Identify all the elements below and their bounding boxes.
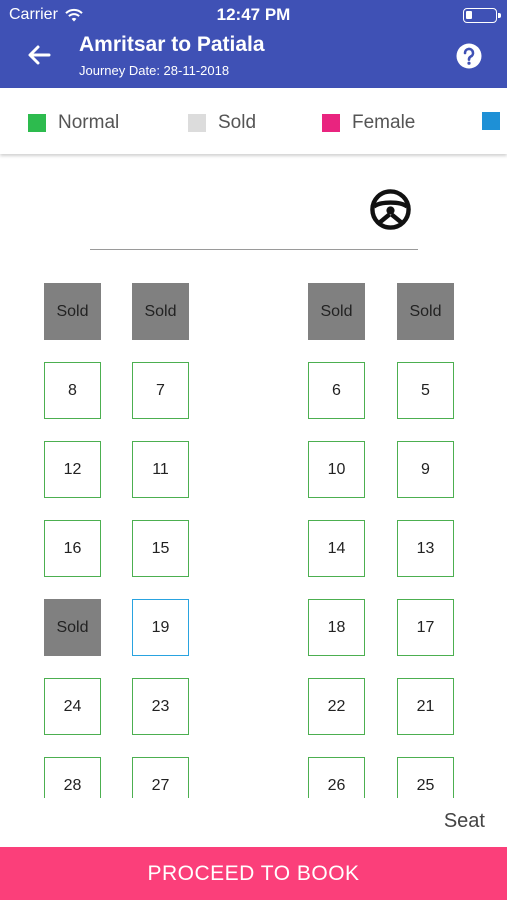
legend-sold: Sold — [188, 112, 256, 134]
legend-label-female: Female — [352, 112, 416, 133]
seat-25[interactable]: 25 — [397, 757, 454, 798]
legend-extra — [482, 112, 507, 130]
status-time: 12:47 PM — [216, 5, 291, 24]
seat-8[interactable]: 8 — [44, 362, 101, 419]
seat-9[interactable]: 9 — [397, 441, 454, 498]
seat-23[interactable]: 23 — [132, 678, 189, 735]
seat-21[interactable]: 21 — [397, 678, 454, 735]
seat-sold: Sold — [397, 283, 454, 340]
legend-swatch-normal — [28, 114, 46, 132]
legend-label-sold: Sold — [218, 112, 257, 133]
legend-swatch-female — [322, 114, 340, 132]
legend-female: Female — [322, 112, 415, 134]
seat-22[interactable]: 22 — [308, 678, 365, 735]
seat-5[interactable]: 5 — [397, 362, 454, 419]
seat-6[interactable]: 6 — [308, 362, 365, 419]
seat-sold: Sold — [44, 599, 101, 656]
seat-map: Sold Sold Sold Sold 8 7 6 5 12 11 10 9 16 15 14 13 Sold 1… — [0, 155, 507, 798]
help-circle-icon[interactable] — [455, 42, 483, 70]
seat-16[interactable]: 16 — [44, 520, 101, 577]
seat-sold: Sold — [44, 283, 101, 340]
seat-12[interactable]: 12 — [44, 441, 101, 498]
seat-26[interactable]: 26 — [308, 757, 365, 798]
seat-24[interactable]: 24 — [44, 678, 101, 735]
proceed-to-book-button[interactable]: PROCEED TO BOOK — [0, 847, 507, 900]
seat-18[interactable]: 18 — [308, 599, 365, 656]
journey-date: Journey Date: 28-11-2018 — [79, 63, 230, 78]
seat-sold: Sold — [308, 283, 365, 340]
page-title: Amritsar to Patiala — [79, 33, 265, 56]
seat-sold: Sold — [132, 283, 189, 340]
seat-13[interactable]: 13 — [397, 520, 454, 577]
seat-19[interactable]: 19 — [132, 599, 189, 656]
status-bar: Carrier 12:47 PM — [0, 0, 507, 30]
seat-17[interactable]: 17 — [397, 599, 454, 656]
legend-normal: Normal — [28, 112, 119, 134]
seat-27[interactable]: 27 — [132, 757, 189, 798]
app-header: Carrier 12:47 PM Amritsar to Patiala Jou… — [0, 0, 507, 88]
seat-28[interactable]: 28 — [44, 757, 101, 798]
seat-summary-label: Seat — [443, 810, 485, 832]
seat-legend: Normal Sold Female — [0, 88, 507, 154]
seat-15[interactable]: 15 — [132, 520, 189, 577]
legend-swatch-sold — [188, 114, 206, 132]
seat-7[interactable]: 7 — [132, 362, 189, 419]
legend-swatch-extra — [482, 112, 500, 130]
seat-14[interactable]: 14 — [308, 520, 365, 577]
legend-label-normal: Normal — [58, 112, 120, 133]
seat-10[interactable]: 10 — [308, 441, 365, 498]
seat-11[interactable]: 11 — [132, 441, 189, 498]
battery-icon — [463, 8, 501, 23]
arrow-left-icon[interactable] — [24, 40, 54, 70]
